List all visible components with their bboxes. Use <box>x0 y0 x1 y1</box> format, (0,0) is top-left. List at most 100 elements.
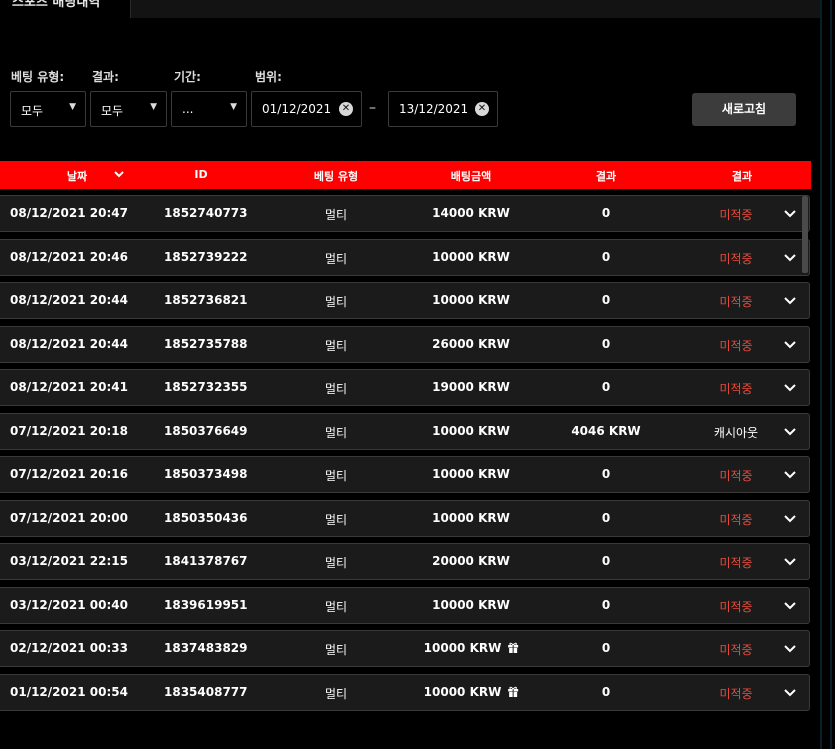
row-amount-value: 10000 KRW <box>423 685 502 699</box>
chevron-down-icon[interactable] <box>783 251 797 265</box>
table-row[interactable]: 03/12/2021 00:40 1839619951 멀티 10000 KRW 0 미적… <box>0 587 810 624</box>
date-to-value: 13/12/2021 <box>399 102 469 116</box>
row-id: 1850373498 <box>164 467 248 481</box>
row-amount-value: 10000 KRW <box>432 293 510 307</box>
scrollbar-thumb[interactable] <box>802 196 808 273</box>
row-amount: 10000 KRW <box>432 250 510 264</box>
column-amount: 배팅금액 <box>450 170 492 183</box>
table-row[interactable]: 07/12/2021 20:18 1850376649 멀티 10000 KRW 404… <box>0 413 810 450</box>
row-amount: 10000 KRW <box>432 424 510 438</box>
range-label: 범위: <box>255 70 282 84</box>
row-status: 미적중 <box>719 600 753 614</box>
row-amount: 10000 KRW <box>432 598 510 612</box>
row-result: 0 <box>601 467 611 481</box>
date-to-field[interactable]: 13/12/2021 ✕ <box>388 91 498 127</box>
bet-type-label: 베팅 유형: <box>11 70 65 84</box>
row-bet-type: 멀티 <box>324 339 348 353</box>
row-result: 0 <box>601 250 611 264</box>
chevron-down-icon[interactable] <box>783 555 797 569</box>
row-result: 0 <box>601 685 611 699</box>
row-date: 08/12/2021 20:47 <box>10 206 128 220</box>
row-date: 03/12/2021 00:40 <box>10 598 128 612</box>
result-value: 모두 <box>101 104 124 118</box>
table-row[interactable]: 07/12/2021 20:00 1850350436 멀티 10000 KRW 0 미적… <box>0 500 810 537</box>
refresh-button[interactable]: 새로고침 <box>692 93 796 126</box>
row-amount-value: 10000 KRW <box>432 598 510 612</box>
row-result: 0 <box>601 641 611 655</box>
row-amount: 19000 KRW <box>432 380 510 394</box>
row-date: 03/12/2021 22:15 <box>10 554 128 568</box>
bet-type-select[interactable]: 모두 ▼ <box>10 91 86 127</box>
row-date: 07/12/2021 20:18 <box>10 424 128 438</box>
row-bet-type: 멀티 <box>324 208 348 222</box>
row-status: 미적중 <box>719 513 753 527</box>
clear-icon[interactable]: ✕ <box>475 102 489 116</box>
row-result: 0 <box>601 206 611 220</box>
row-status: 미적중 <box>719 339 753 353</box>
row-result: 0 <box>601 293 611 307</box>
column-id: ID <box>194 168 208 181</box>
date-from-field[interactable]: 01/12/2021 ✕ <box>251 91 362 127</box>
chevron-down-icon[interactable] <box>783 642 797 656</box>
chevron-down-icon[interactable] <box>783 599 797 613</box>
period-label: 기간: <box>174 70 201 84</box>
row-status: 미적중 <box>719 556 753 570</box>
row-id: 1850376649 <box>164 424 248 438</box>
row-id: 1835408777 <box>164 685 248 699</box>
chevron-down-icon[interactable] <box>783 686 797 700</box>
table-row[interactable]: 08/12/2021 20:44 1852736821 멀티 10000 KRW 0 미적… <box>0 282 810 319</box>
row-date: 02/12/2021 00:33 <box>10 641 128 655</box>
table-row[interactable]: 02/12/2021 00:33 1837483829 멀티 10000 KRW 0 미적… <box>0 630 810 667</box>
period-value: ... <box>182 102 194 116</box>
caret-down-icon: ▼ <box>150 102 157 112</box>
gift-icon <box>507 686 518 697</box>
row-date: 08/12/2021 20:44 <box>10 293 128 307</box>
row-id: 1852732355 <box>164 380 248 394</box>
table-row[interactable]: 08/12/2021 20:46 1852739222 멀티 10000 KRW 0 미적… <box>0 239 810 276</box>
row-date: 08/12/2021 20:41 <box>10 380 128 394</box>
row-amount-value: 19000 KRW <box>432 380 510 394</box>
row-bet-type: 멀티 <box>324 687 348 701</box>
table-row[interactable]: 08/12/2021 20:44 1852735788 멀티 26000 KRW 0 미적… <box>0 326 810 363</box>
row-amount-value: 20000 KRW <box>432 554 510 568</box>
row-bet-type: 멀티 <box>324 426 348 440</box>
row-amount-value: 10000 KRW <box>432 467 510 481</box>
chevron-down-icon[interactable] <box>783 512 797 526</box>
row-date: 08/12/2021 20:46 <box>10 250 128 264</box>
row-status: 미적중 <box>719 295 753 309</box>
row-result: 0 <box>601 380 611 394</box>
row-status: 미적중 <box>719 252 753 266</box>
row-amount: 10000 KRW <box>432 467 510 481</box>
chevron-down-icon[interactable] <box>783 338 797 352</box>
row-bet-type: 멀티 <box>324 643 348 657</box>
chevron-down-icon[interactable] <box>783 425 797 439</box>
row-bet-type: 멀티 <box>324 600 348 614</box>
result-select[interactable]: 모두 ▼ <box>90 91 167 127</box>
row-result: 0 <box>601 511 611 525</box>
caret-down-icon: ▼ <box>230 102 237 112</box>
table-row[interactable]: 08/12/2021 20:47 1852740773 멀티 14000 KRW 0 미적… <box>0 195 810 232</box>
row-status: 미적중 <box>719 469 753 483</box>
chevron-down-icon[interactable] <box>783 381 797 395</box>
table-row[interactable]: 07/12/2021 20:16 1850373498 멀티 10000 KRW 0 미적… <box>0 456 810 493</box>
chevron-down-icon[interactable] <box>112 166 126 182</box>
chevron-down-icon[interactable] <box>783 468 797 482</box>
tab-sports-bet-history[interactable]: 스포츠 배팅내역 <box>0 0 131 18</box>
chevron-down-icon[interactable] <box>783 294 797 308</box>
chevron-down-icon[interactable] <box>783 207 797 221</box>
row-status: 미적중 <box>719 687 753 701</box>
table-row[interactable]: 01/12/2021 00:54 1835408777 멀티 10000 KRW 0 미적… <box>0 674 810 711</box>
clear-icon[interactable]: ✕ <box>339 102 353 116</box>
column-date[interactable]: 날짜 <box>67 168 87 184</box>
row-amount-value: 10000 KRW <box>432 511 510 525</box>
row-amount: 10000 KRW <box>424 641 519 655</box>
row-date: 07/12/2021 20:00 <box>10 511 128 525</box>
row-amount: 20000 KRW <box>432 554 510 568</box>
row-amount-value: 14000 KRW <box>432 206 510 220</box>
table-row[interactable]: 03/12/2021 22:15 1841378767 멀티 20000 KRW 0 미적… <box>0 543 810 580</box>
tab-label: 스포츠 배팅내역 <box>12 0 101 10</box>
gift-icon <box>507 642 518 653</box>
period-select[interactable]: ... ▼ <box>171 91 247 127</box>
row-amount: 26000 KRW <box>432 337 510 351</box>
table-row[interactable]: 08/12/2021 20:41 1852732355 멀티 19000 KRW 0 미적… <box>0 369 810 406</box>
